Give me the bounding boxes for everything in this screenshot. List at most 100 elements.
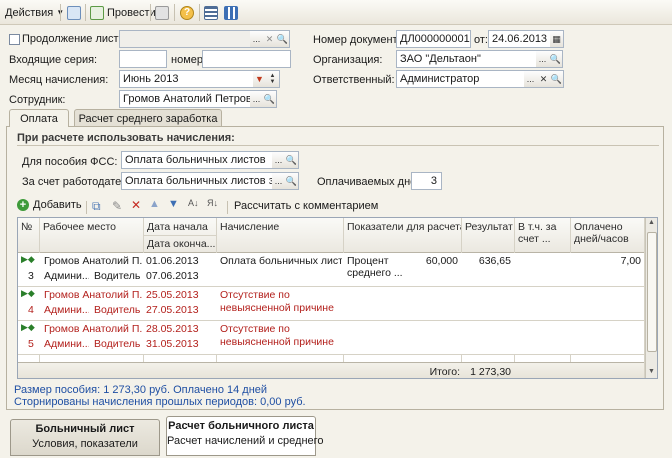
row-date-end: 07.06.2013: [146, 270, 199, 282]
row-date-start: 25.05.2013: [146, 289, 199, 301]
bottom-tab-title: Больничный лист: [35, 423, 135, 435]
add-label: Добавить: [33, 199, 82, 211]
accruals-table[interactable]: № Рабочее место Дата начала Дата оконча.…: [17, 217, 658, 379]
post-and-close-icon: [67, 5, 81, 20]
post-button[interactable]: Провести: [87, 3, 159, 22]
table-row[interactable]: ▶◆ 5 Громов Анатолий П... Админи... Води…: [18, 321, 644, 354]
copy-icon[interactable]: ⧉: [92, 199, 101, 214]
col-header-workplace[interactable]: Рабочее место: [40, 221, 143, 233]
incoming-series-field[interactable]: [119, 50, 167, 68]
responsible-select-button[interactable]: ...: [524, 70, 538, 88]
responsible-clear-button[interactable]: ✕: [537, 70, 551, 88]
total-label: Итого:: [429, 366, 460, 378]
col-header-date-end[interactable]: Дата оконча...: [144, 238, 216, 250]
edit-icon[interactable]: ✎: [112, 199, 122, 213]
bottom-tab-calculation[interactable]: Расчет больничного листа Расчет начислен…: [166, 416, 324, 456]
employee-search-button[interactable]: 🔍: [263, 90, 277, 108]
row-status-icon: ▶◆: [21, 322, 35, 332]
fss-search-button[interactable]: 🔍: [285, 151, 299, 169]
responsible-field[interactable]: Администратор: [396, 70, 525, 88]
month-dropdown-button[interactable]: ▼: [253, 70, 267, 88]
employer-select-button[interactable]: ...: [272, 172, 286, 190]
date-field[interactable]: 24.06.2013: [488, 30, 551, 48]
list-view-button[interactable]: [201, 3, 221, 22]
incoming-series-label: Входящие серия:: [9, 54, 98, 66]
recalculate-button[interactable]: Рассчитать с комментарием: [234, 200, 378, 212]
row-position: Водитель: [94, 304, 141, 316]
structure-button[interactable]: [221, 3, 241, 22]
close-icon: ✕: [539, 73, 548, 84]
actions-menu-button[interactable]: Действия ▼: [2, 3, 67, 22]
total-value: 1 273,30: [470, 366, 511, 378]
tab-payment[interactable]: Оплата: [9, 109, 69, 127]
date-from-label: от:: [474, 34, 488, 46]
organization-search-button[interactable]: 🔍: [549, 50, 563, 68]
search-icon: 🔍: [285, 154, 298, 165]
add-icon: +: [17, 199, 29, 211]
help-button[interactable]: ?: [177, 3, 197, 22]
sort-desc-icon[interactable]: Я↓: [207, 198, 218, 208]
scrollbar-thumb[interactable]: [647, 232, 657, 352]
col-header-accrual[interactable]: Начисление: [217, 221, 343, 233]
sort-asc-icon[interactable]: A↓: [188, 198, 199, 208]
doc-number-field[interactable]: ДЛ000000001: [396, 30, 471, 48]
continuation-field[interactable]: [119, 30, 252, 48]
ellipsis-icon: ...: [274, 176, 283, 186]
paid-days-field[interactable]: 3: [411, 172, 442, 190]
employee-select-button[interactable]: ...: [250, 90, 264, 108]
col-header-result[interactable]: Результат: [462, 221, 514, 233]
ellipsis-icon: ...: [538, 54, 547, 64]
grid-add-button[interactable]: + Добавить: [17, 199, 82, 211]
responsible-label: Ответственный:: [313, 74, 395, 86]
continuation-checkbox[interactable]: [9, 34, 20, 45]
post-icon: [90, 5, 104, 20]
col-header-incl-account[interactable]: В т.ч. за счет ...: [515, 221, 570, 245]
row-place: Админи...: [44, 338, 89, 350]
table-row[interactable]: ▶◆ 4 Громов Анатолий П... Админи... Води…: [18, 287, 644, 320]
post-and-close-button[interactable]: [64, 3, 84, 22]
row-number: 4: [28, 304, 34, 316]
section-title: При расчете использовать начисления:: [17, 132, 235, 144]
move-down-icon[interactable]: ▼: [168, 198, 179, 210]
col-header-paid-days[interactable]: Оплачено дней/часов: [571, 221, 644, 245]
row-place: Админи...: [44, 270, 89, 282]
delete-icon[interactable]: ✕: [131, 198, 141, 212]
employee-field[interactable]: Громов Анатолий Петрович: [119, 90, 251, 108]
calendar-button[interactable]: ▦: [550, 30, 564, 48]
calendar-icon: ▦: [552, 33, 561, 44]
ellipsis-icon: ...: [526, 74, 535, 84]
summary-storno: Сторнированы начисления прошлых периодов…: [14, 396, 306, 408]
tab-average-earnings[interactable]: Расчет среднего заработка: [74, 109, 222, 127]
col-header-date-start[interactable]: Дата начала: [144, 221, 216, 233]
accrual-month-field[interactable]: Июнь 2013: [119, 70, 254, 88]
responsible-search-button[interactable]: 🔍: [550, 70, 564, 88]
scroll-down-icon[interactable]: ▼: [648, 368, 655, 375]
col-header-indicators[interactable]: Показатели для расчета: [344, 221, 461, 233]
organization-field[interactable]: ЗАО "Дельтаон": [396, 50, 537, 68]
search-icon: 🔍: [263, 93, 276, 104]
employer-search-button[interactable]: 🔍: [285, 172, 299, 190]
bottom-tab-sick-leave[interactable]: Больничный лист Условия, показатели: [10, 419, 160, 456]
row-date-start: 01.06.2013: [146, 255, 199, 267]
clear-button[interactable]: ✕: [263, 30, 277, 48]
row-paid: 7,00: [620, 255, 641, 267]
organization-select-button[interactable]: ...: [536, 50, 550, 68]
chevron-down-icon: ▼: [269, 79, 276, 85]
print-button[interactable]: [152, 3, 172, 22]
fss-label: Для пособия ФСС:: [22, 156, 118, 168]
scroll-up-icon[interactable]: ▲: [648, 219, 655, 226]
grid-scrollbar[interactable]: ▲ ▼: [645, 218, 657, 378]
move-up-icon[interactable]: ▲: [149, 198, 160, 210]
month-stepper[interactable]: ▲ ▼: [266, 70, 280, 88]
employer-label: За счет работодателя:: [22, 176, 137, 188]
select-button[interactable]: ...: [250, 30, 264, 48]
row-date-end: 31.05.2013: [146, 338, 199, 350]
search-button[interactable]: 🔍: [276, 30, 290, 48]
fss-select-button[interactable]: ...: [272, 151, 286, 169]
table-row[interactable]: ▶◆ 3 Громов Анатолий П... Админи... Води…: [18, 253, 644, 286]
employer-field[interactable]: Оплата больничных листов за сче: [121, 172, 273, 190]
fss-field[interactable]: Оплата больничных листов: [121, 151, 273, 169]
row-result: 636,65: [478, 255, 511, 267]
col-header-num[interactable]: №: [18, 221, 39, 233]
number-field[interactable]: [202, 50, 291, 68]
